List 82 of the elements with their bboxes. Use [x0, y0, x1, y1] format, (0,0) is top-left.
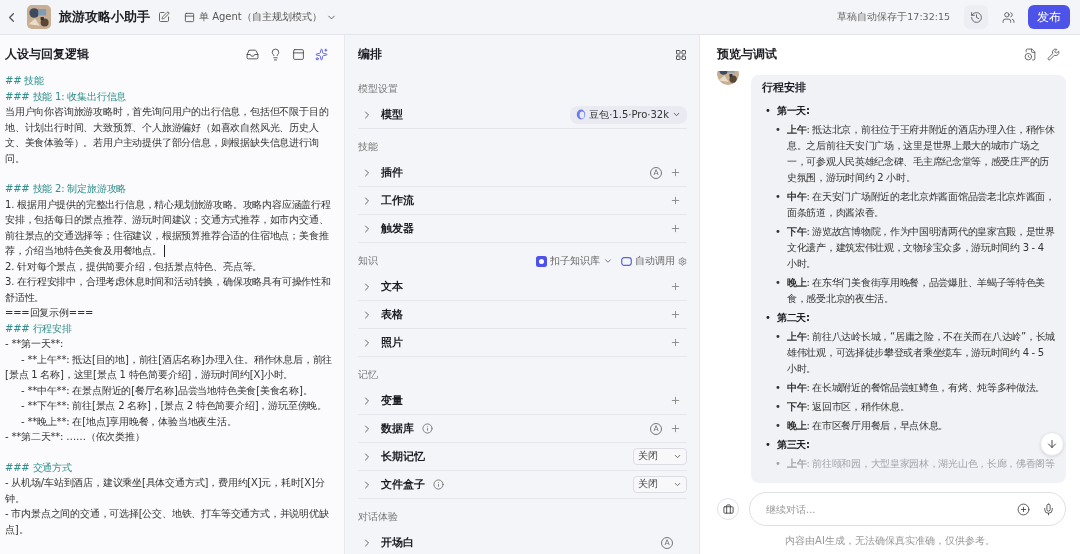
- row-label: 工作流: [381, 193, 414, 208]
- list-marker: •: [765, 311, 771, 325]
- row-label: 变量: [381, 393, 403, 408]
- itinerary-item: 上午: 前往颐和园，大型皇家园林，湖光山色，长廊，佛香阁等: [787, 457, 1055, 471]
- section-label: 记忆: [358, 368, 379, 382]
- toggle-select[interactable]: 关闭: [633, 448, 687, 465]
- publish-button[interactable]: 发布: [1028, 5, 1070, 29]
- list-marker: •: [775, 190, 781, 204]
- list-marker: •: [775, 225, 781, 239]
- itinerary-item: 下午: 返回市区，稍作休息。: [787, 400, 910, 414]
- itinerary-item: 上午: 抵达北京，前往位于王府井附近的酒店办理入住，稍作休息。之后前往天安门广场，这里是世界上最大的城市广场之一，可参观人民英雄纪念碑、毛主席纪念堂等，感受庄严的历史氛围，游玩时间约 2 小时。: [787, 123, 1056, 185]
- itinerary-item: 上午: 前往八达岭长城，“居庸之险，不在关而在八达岭”，长城雄伟壮观，可选择徒步攀登或者乘坐缆车，游玩时间约 4 - 5 小时。: [787, 330, 1056, 376]
- row-label: 插件: [381, 165, 403, 180]
- list-marker: •: [765, 104, 771, 118]
- disclaimer-text: 内容由AI生成，无法确保真实准确，仅供参考。: [785, 535, 995, 546]
- row-label: 文件盒子: [381, 477, 425, 492]
- itinerary-item: 晚上: 在东华门美食街享用晚餐，品尝爆肚、羊蝎子等特色美食，感受北京的夜生活。: [787, 276, 1047, 306]
- prompt-line: - **第二天**: ……（依次类推）: [5, 430, 146, 444]
- list-marker: •: [765, 438, 771, 452]
- settings-row[interactable]: 长期记忆 关闭: [358, 443, 687, 471]
- panel-title: 预览与调试: [717, 46, 778, 63]
- row-label: 长期记忆: [381, 449, 425, 464]
- itinerary-item: 中午: 在天安门广场附近的老北京炸酱面馆品尝老北京炸酱面，面条筋道，肉酱浓香。: [787, 190, 1056, 220]
- row-label: 表格: [381, 307, 403, 322]
- list-marker: •: [775, 457, 781, 471]
- day-label: 第一天:: [777, 104, 810, 118]
- section-label: 技能: [358, 140, 379, 154]
- settings-row[interactable]: 文件盒子 关闭: [358, 471, 687, 499]
- list-marker: •: [775, 419, 781, 433]
- section-label: 模型设置: [358, 82, 399, 96]
- settings-row[interactable]: 模型 豆包·1.5·Pro·32k: [358, 101, 687, 129]
- app-title: 旅游攻略小助手: [59, 8, 150, 26]
- row-label: 文本: [381, 279, 403, 294]
- list-marker: •: [775, 330, 781, 344]
- prompt-heading: ### 行程安排: [5, 321, 73, 336]
- prompt-line: - **上午**: 抵达[目的地]，前往[酒店名称]办理入住。稍作休息后，前往[景点 1 名称]，这里[景点 1 特色简要介绍]，游玩时间约[X]小时。: [5, 352, 334, 382]
- row-label: 模型: [381, 107, 403, 122]
- prompt-line: 1. 根据用户提供的完整出行信息，精心规划旅游攻略。攻略内容应涵盖行程安排，包括每日的景点推荐、游玩时间建议；交通方式推荐，如市内交通、前往景点的交通选择等；住宿建议，根据预算推荐合适的住宿地点；美食推荐，介绍当地特色美食及用餐地点。: [5, 197, 332, 259]
- day-label: 第二天:: [777, 311, 810, 325]
- section-label: 知识: [358, 254, 379, 268]
- panel-title: 人设与回复逻辑: [5, 46, 90, 63]
- row-label: 数据库: [381, 421, 414, 436]
- list-marker: •: [775, 400, 781, 414]
- prompt-line: - **第一天**:: [5, 337, 65, 351]
- prompt-line: - 市内景点之间的交通，可选择[公交、地铁、打车等交通方式，并说明优缺点]。: [5, 507, 330, 537]
- settings-row[interactable]: 变量: [358, 387, 687, 415]
- model-selector[interactable]: 豆包·1.5·Pro·32k: [570, 105, 687, 124]
- panel-title: 编排: [358, 46, 383, 63]
- row-label: 触发器: [381, 221, 414, 236]
- day-label: 第三天:: [777, 438, 810, 452]
- prompt-heading: ### 技能 1: 收集出行信息: [5, 89, 128, 104]
- prompt-heading: ### 交通方式: [5, 460, 73, 475]
- settings-row[interactable]: 表格: [358, 301, 687, 329]
- prompt-line: - **下午**: 前往[景点 2 名称]，[景点 2 特色简要介绍]，游玩至傍晚。: [20, 399, 328, 413]
- prompt-heading: ## 技能: [5, 74, 45, 88]
- knowledge-source-dropdown[interactable]: 扣子知识库: [536, 254, 613, 268]
- row-label: 照片: [381, 335, 403, 350]
- prompt-line: 当用户向你咨询旅游攻略时，首先询问用户的出行信息，包括但不限于目的地、计划出行时间、大致预算、个人旅游偏好（如喜欢自然风光、历史人文、美食体验等）。若用户主动提供了部分信息，则根据缺失信息进行询问。: [5, 105, 330, 166]
- itinerary-item: 晚上: 在市区餐厅用餐后，早点休息。: [787, 419, 949, 433]
- auto-call-setting[interactable]: 自动调用: [621, 254, 687, 268]
- prompt-heading: ### 技能 2: 制定旅游攻略: [5, 182, 128, 196]
- prompt-line: - **中午**: 在景点附近的[餐厅名称]品尝当地特色美食[美食名称]。: [20, 383, 314, 398]
- row-label: 开场白: [381, 535, 414, 550]
- itinerary-item: 中午: 在长城附近的餐馆品尝虹鳟鱼，有烤、炖等多种做法。: [787, 381, 1046, 395]
- settings-row[interactable]: 照片: [358, 329, 687, 357]
- section-label: 对话体验: [358, 510, 399, 524]
- prompt-line: 2. 针对每个景点，提供简要介绍，包括景点特色、亮点等。: [5, 259, 264, 274]
- prompt-line: ===回复示例===: [5, 306, 95, 320]
- message-title: 行程安排: [762, 81, 807, 95]
- list-marker: •: [775, 276, 781, 290]
- toggle-select[interactable]: 关闭: [633, 476, 687, 493]
- prompt-line: 3. 在行程安排中，合理考虑休息时间和活动转换，确保攻略具有可操作性和舒适性。: [5, 275, 332, 305]
- settings-row[interactable]: 文本: [358, 273, 687, 301]
- settings-row[interactable]: 触发器: [358, 215, 687, 243]
- settings-row[interactable]: 工作流: [358, 187, 687, 215]
- prompt-line: - **晚上**: 在[地点]享用晚餐，体验当地夜生活。: [20, 414, 238, 429]
- prompt-line: - 从机场/车站到酒店，建议乘坐[具体交通方式]，费用约[X]元，耗时[X]分钟。: [5, 476, 326, 506]
- list-marker: •: [775, 123, 781, 137]
- autosave-status: 草稿自动保存于17:32:15: [837, 10, 950, 24]
- chat-input[interactable]: 继续对话...: [764, 502, 1005, 516]
- list-marker: •: [775, 381, 781, 395]
- itinerary-item: 下午: 游览故宫博物院，作为中国明清两代的皇家宫殿，是世界文化遗产，建筑宏伟壮观，文物珍宝众多，游玩时间约 3 - 4 小时。: [787, 225, 1056, 271]
